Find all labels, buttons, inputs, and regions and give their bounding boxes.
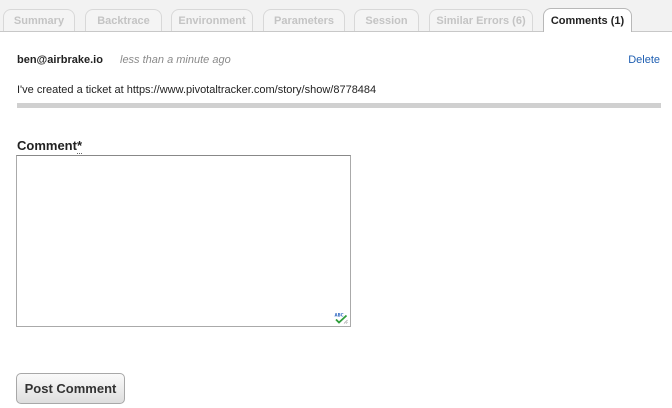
error-detail-page: Summary Backtrace Environment Parameters… bbox=[0, 0, 672, 408]
tab-bar: Summary Backtrace Environment Parameters… bbox=[0, 0, 672, 32]
tab-session[interactable]: Session bbox=[354, 9, 419, 31]
comment-body: I've created a ticket at https://www.piv… bbox=[17, 84, 377, 96]
comment-label-text: Comment bbox=[17, 138, 77, 153]
tab-comments[interactable]: Comments (1) bbox=[543, 8, 632, 32]
tab-similar-errors[interactable]: Similar Errors (6) bbox=[429, 9, 533, 31]
tab-backtrace[interactable]: Backtrace bbox=[85, 9, 162, 31]
svg-text:ABC: ABC bbox=[335, 313, 344, 318]
post-comment-button[interactable]: Post Comment bbox=[16, 373, 125, 404]
comment-timestamp: less than a minute ago bbox=[120, 54, 231, 66]
comment-field-wrapper: ABC bbox=[16, 155, 351, 327]
spellcheck-icon[interactable]: ABC bbox=[334, 312, 348, 324]
tab-environment[interactable]: Environment bbox=[171, 9, 253, 31]
tab-parameters[interactable]: Parameters bbox=[263, 9, 345, 31]
required-marker: * bbox=[76, 138, 83, 154]
comment-author: ben@airbrake.io bbox=[17, 54, 103, 66]
comment-field-label: Comment* bbox=[17, 138, 83, 154]
comment-input[interactable] bbox=[16, 155, 351, 327]
tab-summary[interactable]: Summary bbox=[3, 9, 75, 31]
delete-comment-link[interactable]: Delete bbox=[628, 54, 660, 66]
comment-divider bbox=[17, 103, 661, 108]
